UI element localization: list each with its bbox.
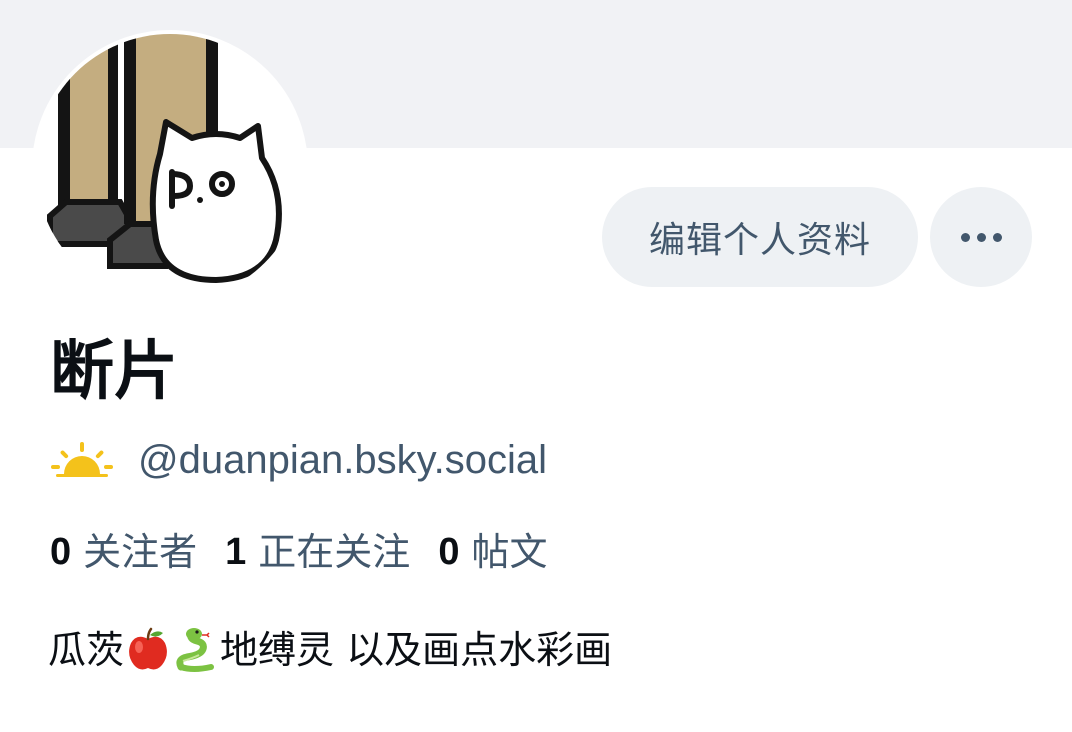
posts-label: 帖文	[471, 530, 548, 574]
followers-count: 0	[50, 531, 72, 573]
following-stat[interactable]: 1 正在关注	[225, 524, 410, 580]
red-apple-icon	[129, 627, 167, 670]
sunrise-icon	[51, 442, 113, 477]
edit-profile-button[interactable]: 编辑个人资料	[602, 187, 918, 287]
snake-icon	[176, 628, 215, 672]
more-horizontal-icon	[960, 232, 1002, 242]
profile-screen: 编辑个人资料 断片 @duanpian.bsky.social 0 关注者 1 …	[0, 0, 1072, 732]
more-options-button[interactable]	[930, 187, 1032, 287]
posts-stat[interactable]: 0 帖文	[438, 524, 547, 580]
handle: @duanpian.bsky.social	[138, 438, 547, 482]
stats-row: 0 关注者 1 正在关注 0 帖文	[50, 524, 575, 580]
followers-label: 关注者	[83, 530, 198, 574]
handle-row: @duanpian.bsky.social	[50, 432, 547, 488]
cat-peeking-avatar-image	[36, 34, 304, 302]
following-count: 1	[225, 531, 247, 573]
bio: 瓜茨 地缚灵 以及画点水彩画	[48, 620, 612, 680]
bio-text-start: 瓜茨	[48, 628, 125, 672]
following-label: 正在关注	[258, 530, 411, 574]
display-name: 断片	[50, 335, 178, 409]
followers-stat[interactable]: 0 关注者	[50, 524, 197, 580]
posts-count: 0	[438, 531, 460, 573]
avatar[interactable]	[32, 30, 308, 306]
bio-text-end: 地缚灵 以及画点水彩画	[220, 628, 613, 672]
